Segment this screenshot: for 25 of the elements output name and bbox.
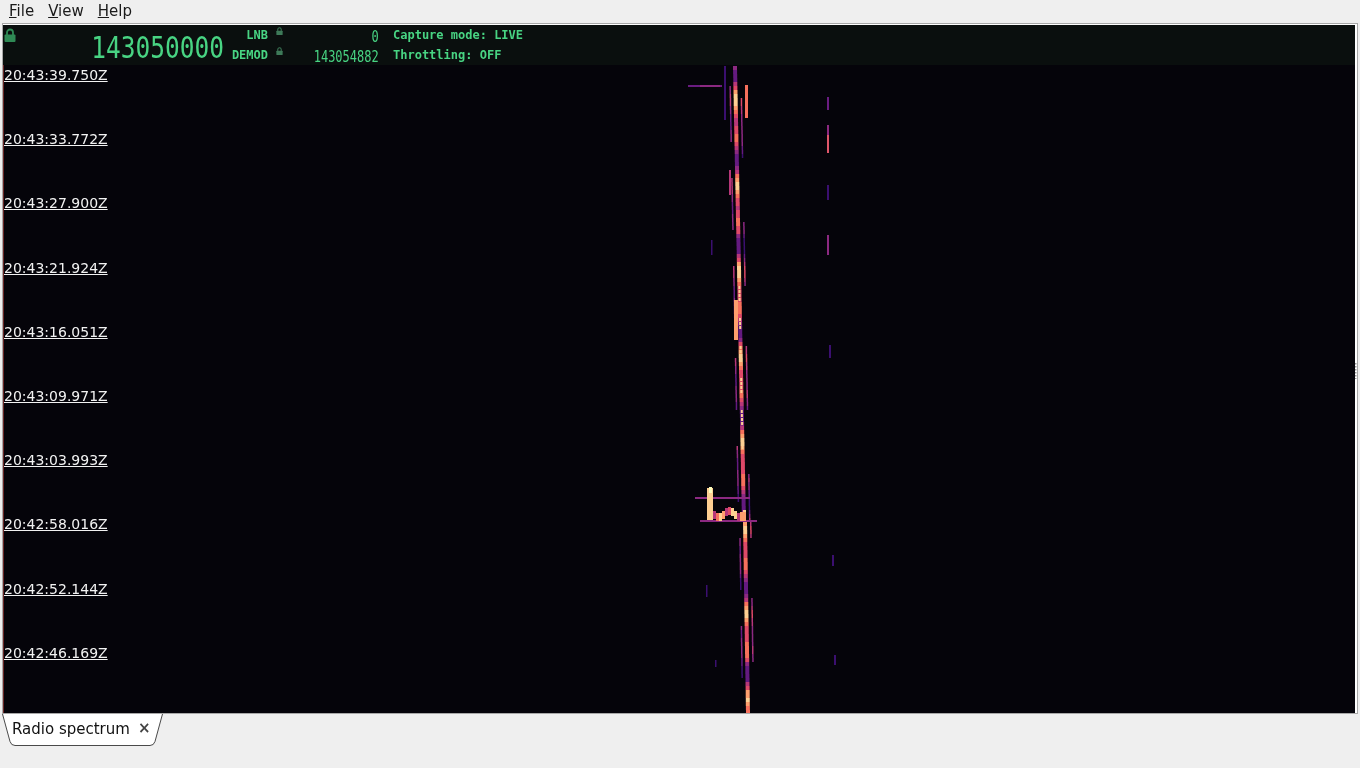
frequency-value: 143054882 bbox=[313, 48, 379, 65]
timestamp-label: 20:43:03.993Z bbox=[4, 452, 108, 470]
timestamp-label: 20:42:58.016Z bbox=[4, 516, 108, 534]
lock-icon bbox=[4, 28, 16, 42]
lock-icon bbox=[276, 27, 283, 35]
menu-item[interactable]: Help bbox=[90, 1, 139, 22]
close-button[interactable]: × bbox=[137, 721, 151, 736]
frequency-value: 0 bbox=[371, 28, 379, 45]
status-text: Throttling: OFF bbox=[393, 48, 502, 62]
menu-item[interactable]: View bbox=[41, 1, 91, 22]
tab[interactable]: Radio spectrum × bbox=[2, 714, 163, 746]
status-text: Capture mode: LIVE bbox=[393, 28, 524, 42]
menu-item[interactable]: File bbox=[2, 1, 42, 22]
timestamp-label: 20:42:46.169Z bbox=[4, 644, 108, 662]
lock-icon bbox=[276, 47, 283, 55]
timestamp-label: 20:43:21.924Z bbox=[4, 259, 108, 277]
timestamp-label: 20:43:16.051Z bbox=[4, 323, 108, 341]
row-label: LNB bbox=[246, 28, 268, 42]
timestamp-label: 20:43:33.772Z bbox=[4, 131, 108, 149]
row-label: DEMOD bbox=[231, 48, 268, 62]
timestamp-label: 20:43:09.971Z bbox=[4, 387, 108, 405]
frequency-display: 143050000 bbox=[91, 31, 224, 63]
timestamp-label: 20:42:52.144Z bbox=[4, 580, 108, 598]
timestamp-label: 20:43:39.750Z bbox=[4, 67, 108, 84]
timestamp-label: 20:43:27.900Z bbox=[4, 195, 108, 213]
